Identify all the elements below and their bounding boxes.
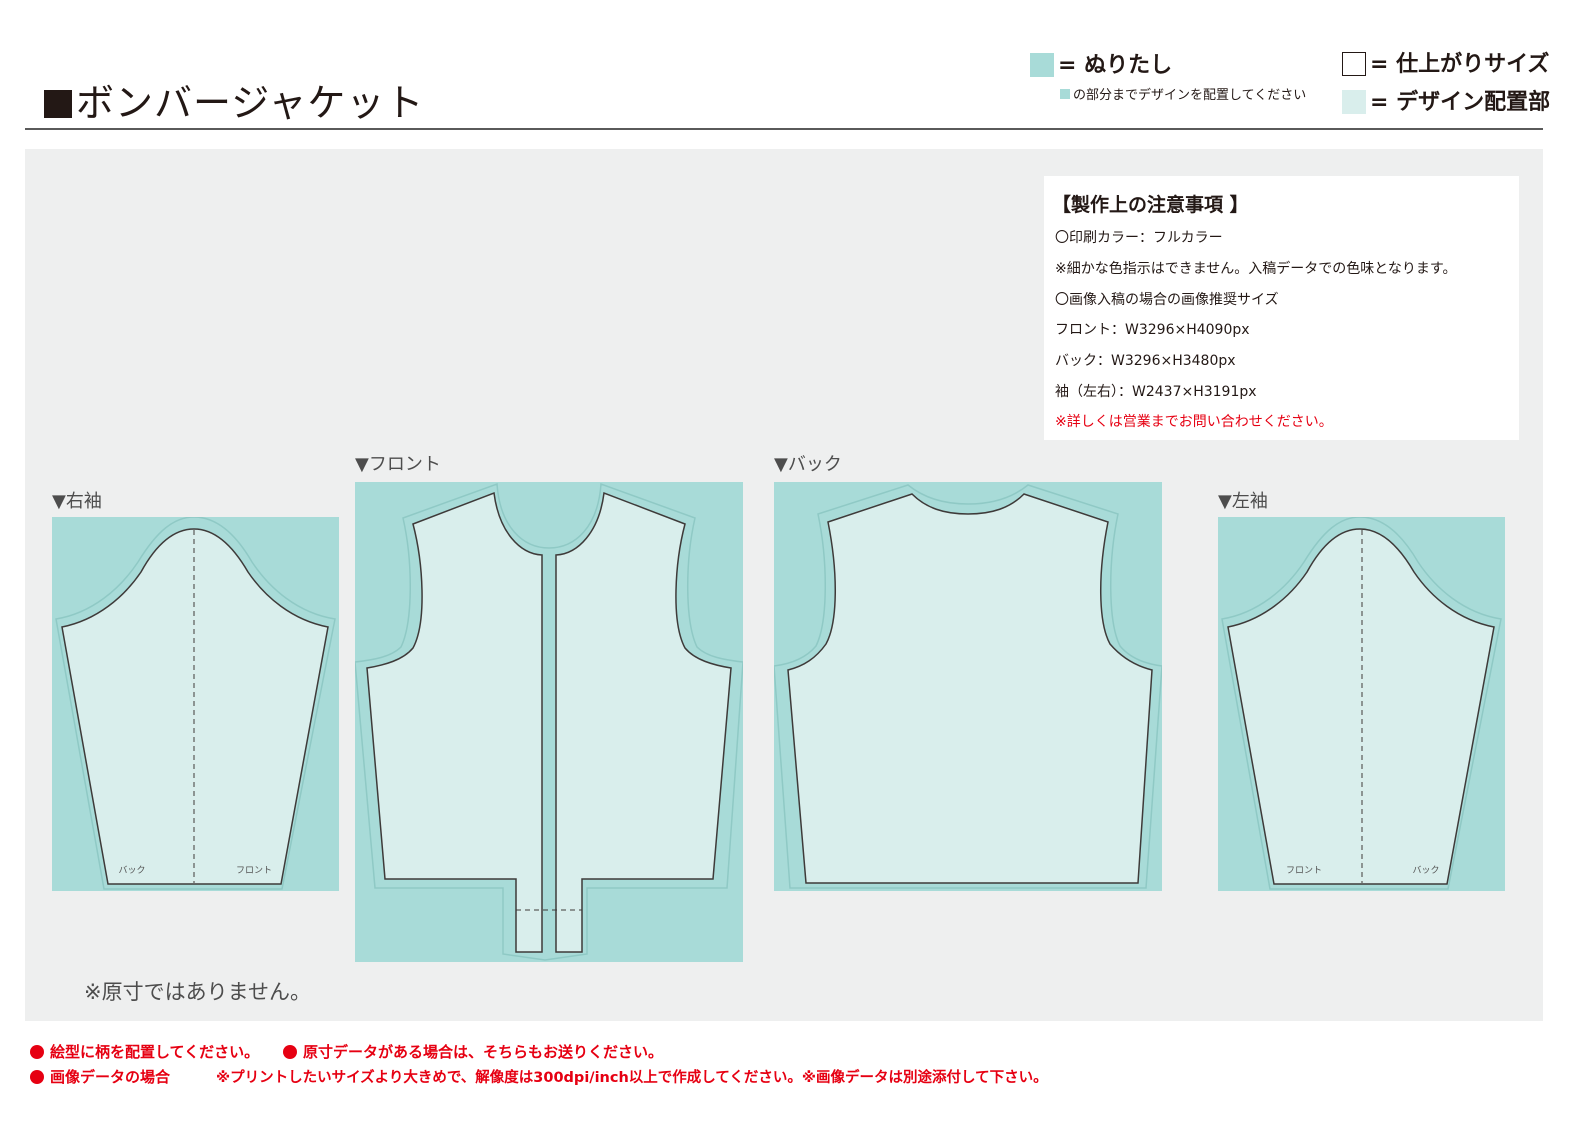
footer-note-1-text: 絵型に柄を配置してください。 <box>50 1043 260 1061</box>
left-sleeve-pattern: フロント バック <box>1218 517 1505 891</box>
title-text: ボンバージャケット <box>76 81 425 125</box>
square-bullet-icon <box>44 90 72 118</box>
notes-line: フロント：W3296×H4090px <box>1055 322 1250 338</box>
footer-note-3-detail: ※プリントしたいサイズより大きめで、解像度は300dpi/inch以上で作成して… <box>216 1070 1048 1086</box>
legend-bleed: = ぬりたし <box>1030 47 1172 79</box>
sleeve-front-mark: フロント <box>236 866 272 876</box>
footer-note-2: 原寸データがある場合は、そちらもお送りください。 <box>283 1041 663 1062</box>
bleed-swatch-icon <box>1030 53 1054 77</box>
bleed-mini-swatch-icon <box>1060 89 1070 99</box>
not-actual-size-note: ※原寸ではありません。 <box>84 980 311 1004</box>
notes-line: バック：W3296×H3480px <box>1055 353 1236 369</box>
legend-bleed-note: の部分までデザインを配置してください <box>1060 84 1306 103</box>
front-label: ▼フロント <box>355 454 441 475</box>
red-dot-icon <box>30 1070 44 1084</box>
legend-finish-label: = 仕上がりサイズ <box>1370 52 1550 77</box>
front-pattern <box>355 482 743 962</box>
right-sleeve-label: ▼右袖 <box>52 491 102 512</box>
legend-bleed-note-text: の部分までデザインを配置してください <box>1073 88 1307 103</box>
design-area <box>787 493 1153 884</box>
red-dot-icon <box>30 1045 44 1059</box>
red-dot-icon <box>283 1045 297 1059</box>
notes-heading: 【製作上の注意事項 】 <box>1052 194 1249 216</box>
footer-note-3: 画像データの場合 <box>30 1066 170 1087</box>
back-label: ▼バック <box>774 454 842 475</box>
notes-line: ※細かな色指示はできません。入稿データでの色味となります。 <box>1055 261 1457 277</box>
notes-line: 〇画像入稿の場合の画像推奨サイズ <box>1055 292 1279 308</box>
finish-swatch-icon <box>1342 52 1366 76</box>
sleeve-front-mark: フロント <box>1286 866 1322 876</box>
sleeve-back-mark: バック <box>118 865 145 876</box>
page-title: ボンバージャケット <box>44 72 424 127</box>
notes-contact-line: ※詳しくは営業までお問い合わせください。 <box>1055 414 1333 430</box>
legend-bleed-label: = ぬりたし <box>1058 53 1173 78</box>
notes-line: 袖（左右）：W2437×H3191px <box>1055 384 1257 400</box>
design-swatch-icon <box>1342 90 1366 114</box>
footer-note-3-text: 画像データの場合 <box>50 1068 171 1086</box>
notes-line: 〇印刷カラー：フルカラー <box>1055 230 1223 246</box>
production-notes: 【製作上の注意事項 】 〇印刷カラー：フルカラー ※細かな色指示はできません。入… <box>1044 176 1519 440</box>
right-sleeve-pattern: バック フロント <box>52 517 339 891</box>
sleeve-back-mark: バック <box>1412 865 1439 876</box>
back-pattern <box>774 482 1162 891</box>
footer-note-1: 絵型に柄を配置してください。 <box>30 1041 259 1062</box>
legend-finish: = 仕上がりサイズ <box>1342 46 1549 78</box>
legend-design: = デザイン配置部 <box>1342 84 1550 116</box>
left-sleeve-label: ▼左袖 <box>1218 491 1268 512</box>
legend-design-label: = デザイン配置部 <box>1370 90 1551 115</box>
header-divider <box>25 128 1543 130</box>
footer-note-2-text: 原寸データがある場合は、そちらもお送りください。 <box>303 1043 664 1061</box>
